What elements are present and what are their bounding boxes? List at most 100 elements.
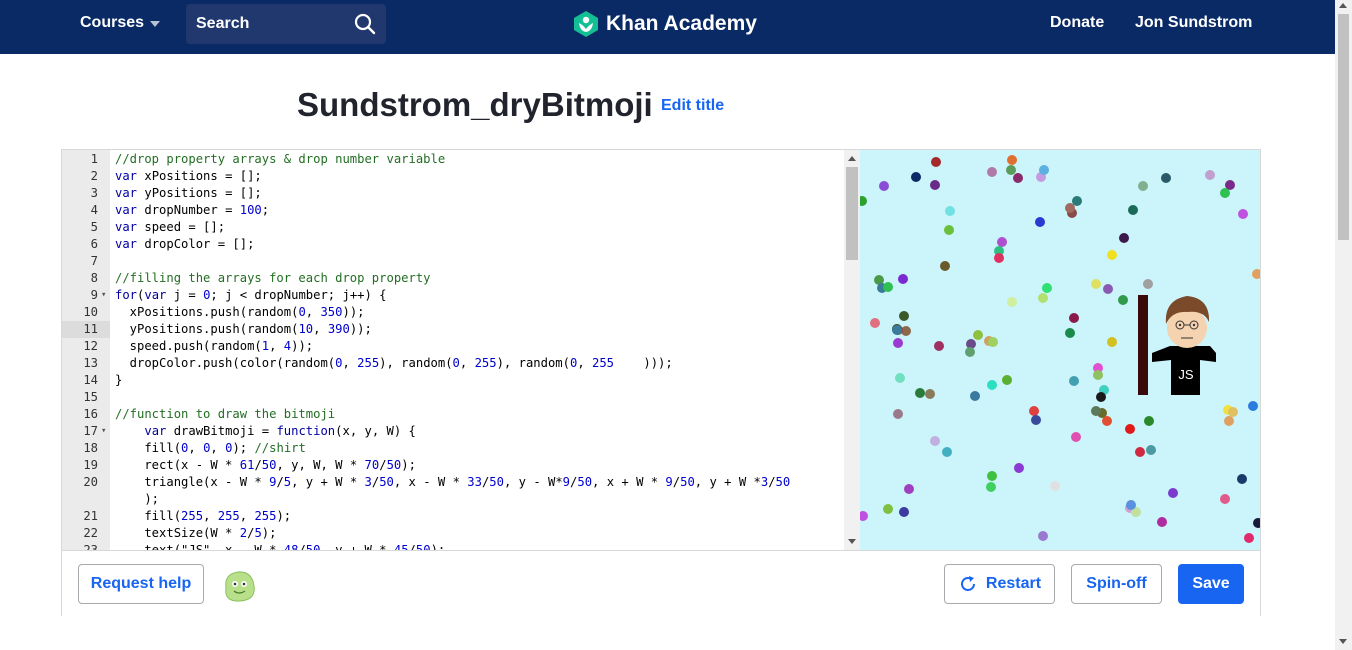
rain-drop (1238, 209, 1248, 219)
code-line[interactable]: 19 rect(x - W * 61/50, y, W, W * 70/50); (62, 457, 844, 474)
request-help-button[interactable]: Request help (78, 564, 204, 604)
code-line[interactable]: 3 var yPositions = []; (62, 185, 844, 202)
code-line[interactable]: 11 yPositions.push(random(10, 390)); (62, 321, 844, 338)
rain-drop (987, 471, 997, 481)
code-line[interactable]: 17 ▾ var drawBitmoji = function(x, y, W) … (62, 423, 844, 440)
rain-drop (973, 330, 983, 340)
line-number: 4 (90, 203, 98, 217)
fold-icon[interactable]: ▾ (101, 287, 106, 304)
code-text: var dropColor = []; (115, 237, 255, 251)
editor-scroll-down-icon[interactable] (848, 539, 856, 544)
search-input[interactable]: Search (186, 4, 386, 44)
output-canvas[interactable]: JS (860, 150, 1260, 550)
rain-drop (1118, 295, 1128, 305)
line-number: 3 (90, 186, 98, 200)
courses-label: Courses (80, 14, 145, 31)
save-button[interactable]: Save (1178, 564, 1244, 604)
rain-drop (925, 389, 935, 399)
editor-scrollbar[interactable] (844, 150, 860, 550)
line-number: 19 (83, 458, 98, 472)
code-line[interactable]: 1 //drop property arrays & drop number va… (62, 151, 844, 168)
code-line[interactable]: 15 (62, 389, 844, 406)
code-text: dropColor.push(color(random(0, 255), ran… (115, 356, 673, 370)
line-number: 7 (90, 254, 98, 268)
rain-drop (1248, 401, 1258, 411)
rain-drop (1093, 370, 1103, 380)
line-number: 5 (90, 220, 98, 234)
rain-drop (1042, 283, 1052, 293)
line-number: 10 (83, 305, 98, 319)
top-navbar: Courses Search Khan Academy Donate Jon S… (0, 0, 1335, 54)
workspace: 1 //drop property arrays & drop number va… (61, 149, 1261, 616)
rain-drop (892, 325, 902, 335)
search-icon[interactable] (354, 13, 376, 35)
restart-label: Restart (985, 575, 1042, 592)
editor-scrollbar-thumb[interactable] (846, 167, 858, 260)
rain-drop (942, 447, 952, 457)
donate-link[interactable]: Donate (1050, 14, 1104, 32)
page-scrollbar[interactable] (1335, 0, 1352, 650)
code-line[interactable]: 6 var dropColor = []; (62, 236, 844, 253)
restart-icon (960, 576, 975, 591)
code-line[interactable]: 16 //function to draw the bitmoji (62, 406, 844, 423)
rain-drop (987, 380, 997, 390)
bitmoji-pole (1138, 295, 1148, 395)
code-line[interactable]: ); (62, 491, 844, 508)
rain-drop (1125, 424, 1135, 434)
code-line[interactable]: 4 var dropNumber = 100; (62, 202, 844, 219)
spin-off-button[interactable]: Spin-off (1071, 564, 1162, 604)
rain-drop (1253, 518, 1260, 528)
code-line[interactable]: 22 textSize(W * 2/5); (62, 525, 844, 542)
rain-drop (1138, 181, 1148, 191)
courses-menu[interactable]: Courses (80, 14, 161, 32)
code-line[interactable]: 13 dropColor.push(color(random(0, 255), … (62, 355, 844, 372)
code-line[interactable]: 23 text("JS", x - W * 48/50, y + W * 45/… (62, 542, 844, 550)
rain-drop (1102, 416, 1112, 426)
rain-drop (899, 507, 909, 517)
code-text: var xPositions = []; (115, 169, 262, 183)
rain-drop (1007, 297, 1017, 307)
rain-drop (1228, 407, 1238, 417)
fold-icon[interactable]: ▾ (101, 423, 106, 440)
rain-drop (1146, 445, 1156, 455)
khan-academy-logo[interactable]: Khan Academy (572, 10, 757, 38)
code-line[interactable]: 14} (62, 372, 844, 389)
rain-drop (1205, 170, 1215, 180)
rain-drop (1035, 217, 1045, 227)
code-line[interactable]: 21 fill(255, 255, 255); (62, 508, 844, 525)
code-line[interactable]: 9 ▾ for(var j = 0; j < dropNumber; j++) { (62, 287, 844, 304)
rain-drop (1126, 500, 1136, 510)
rain-drop (970, 391, 980, 401)
line-number: 2 (90, 169, 98, 183)
code-editor[interactable]: 1 //drop property arrays & drop number va… (62, 150, 860, 550)
line-number: 11 (62, 321, 110, 338)
rain-drop (1096, 392, 1106, 402)
code-line[interactable]: 18 fill(0, 0, 0); //shirt (62, 440, 844, 457)
scroll-up-icon[interactable] (1339, 3, 1347, 8)
editor-footer: Request help Restart Spin-off Save (62, 550, 1260, 616)
edit-title-link[interactable]: Edit title (661, 97, 724, 115)
rain-drop (1107, 337, 1117, 347)
rain-drop (987, 167, 997, 177)
editor-scroll-up-icon[interactable] (848, 156, 856, 161)
code-line[interactable]: 5 var speed = []; (62, 219, 844, 236)
bitmoji: JS (1138, 295, 1216, 395)
code-text: triangle(x - W * 9/5, y + W * 3/50, x - … (115, 475, 791, 489)
rain-drop (1220, 494, 1230, 504)
code-text: xPositions.push(random(0, 350)); (115, 305, 365, 319)
code-line[interactable]: 20 triangle(x - W * 9/5, y + W * 3/50, x… (62, 474, 844, 491)
code-line[interactable]: 7 (62, 253, 844, 270)
scrollbar-thumb[interactable] (1338, 14, 1349, 240)
scroll-down-icon[interactable] (1339, 639, 1347, 644)
user-menu[interactable]: Jon Sundstrom (1135, 14, 1252, 32)
avatar[interactable] (220, 568, 258, 604)
code-line[interactable]: 10 xPositions.push(random(0, 350)); (62, 304, 844, 321)
restart-button[interactable]: Restart (944, 564, 1055, 604)
code-line[interactable]: 12 speed.push(random(1, 4)); (62, 338, 844, 355)
code-line[interactable]: 8 //filling the arrays for each drop prop… (62, 270, 844, 287)
rain-drop (1237, 474, 1247, 484)
output-drawing: JS (860, 155, 1260, 543)
code-line[interactable]: 2 var xPositions = []; (62, 168, 844, 185)
logo-text: Khan Academy (606, 12, 757, 35)
code-text: fill(0, 0, 0); //shirt (115, 441, 306, 455)
